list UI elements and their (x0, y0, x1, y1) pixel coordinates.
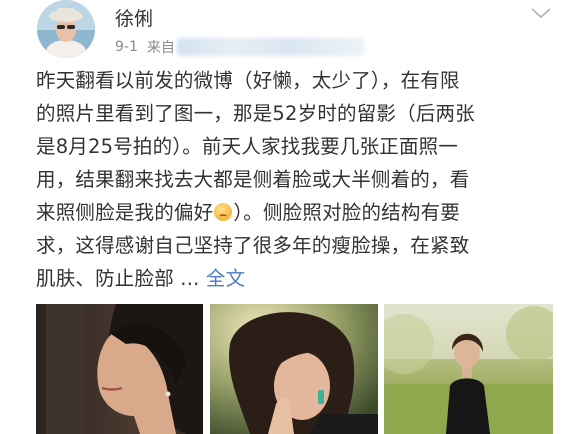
full-text-link[interactable]: 全文 (206, 267, 245, 290)
post-line: 用，结果翻来找去大都是侧着脸或大半侧着的，看 (36, 168, 470, 191)
avatar-image (37, 0, 95, 58)
post-line-part: 肌肤、防止脸部 ... (36, 267, 206, 290)
profile-portrait-image (36, 304, 203, 434)
post-source-label: 来自 (146, 40, 175, 56)
post-date: 9-1 (115, 39, 138, 55)
post-line: 昨天翻看以前发的微博（好懒，太少了），在有限 (36, 69, 460, 92)
post-line: 来照侧脸是我的偏好 ）。侧脸照对脸的结构有要 (36, 196, 556, 229)
embarrassed-emoji-icon (214, 203, 233, 221)
post-body: 昨天翻看以前发的微博（好懒，太少了），在有限 的照片里看到了图一，那是52岁时的… (36, 64, 556, 295)
post-source-blurred[interactable] (176, 38, 365, 56)
post-line-part: ）。侧脸照对脸的结构有要 (233, 201, 460, 224)
post-meta: 9-1 来自 (115, 37, 365, 57)
post-line: 的照片里看到了图一，那是52岁时的留影（后两张 (36, 102, 475, 125)
post-line: 是8月25号拍的）。前天人家找我要几张正面照一 (36, 135, 459, 158)
chevron-down-icon[interactable] (530, 6, 552, 20)
username[interactable]: 徐俐 (115, 4, 153, 31)
post-line-part: 来照侧脸是我的偏好 (36, 201, 214, 224)
post-line: 求，这得感谢自己坚持了很多年的瘦脸操，在紧致 (36, 234, 470, 257)
post-photo-3[interactable] (384, 304, 553, 434)
post-line: 肌肤、防止脸部 ... 全文 (36, 262, 556, 295)
standing-in-park-image (384, 304, 553, 434)
post-photo-2[interactable] (210, 304, 378, 434)
post-photo-1[interactable] (36, 304, 203, 434)
portrait-with-hand-image (210, 304, 378, 434)
user-avatar[interactable] (37, 0, 95, 58)
